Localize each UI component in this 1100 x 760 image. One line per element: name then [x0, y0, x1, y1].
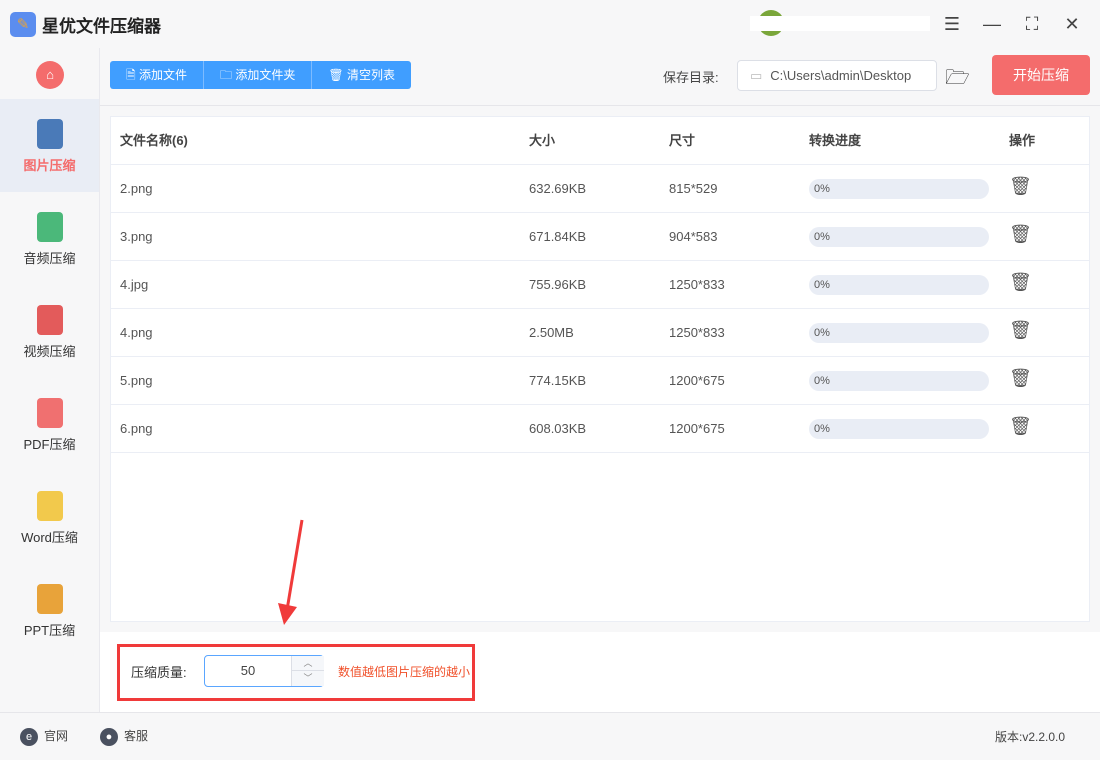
- header-size: 大小: [529, 133, 556, 148]
- file-dimensions: 904*583: [669, 229, 718, 244]
- delete-icon[interactable]: 🗑: [1009, 272, 1032, 293]
- header-progress: 转换进度: [809, 133, 862, 148]
- table-row: 3.png 671.84KB 904*583 0% 🗑: [111, 213, 1089, 261]
- footer: [0, 712, 1100, 760]
- progress-bar: 0%: [809, 419, 989, 439]
- file-dimensions: 815*529: [669, 181, 718, 196]
- delete-icon[interactable]: 🗑: [1009, 224, 1032, 245]
- sidebar-item-audio[interactable]: 音频压缩: [0, 192, 99, 285]
- audio-icon: [36, 212, 63, 242]
- add-file-button[interactable]: 🗎 添加文件: [110, 61, 204, 89]
- file-name: 6.png: [120, 421, 153, 436]
- sidebar-item-label: Word压缩: [21, 530, 78, 545]
- delete-icon[interactable]: 🗑: [1009, 176, 1032, 197]
- table-header: 文件名称(6) 大小 尺寸 转换进度 操作: [111, 117, 1089, 165]
- pdf-icon: [36, 398, 63, 428]
- clear-list-button[interactable]: 🗑 清空列表: [312, 61, 411, 89]
- version-text: 版本:v2.2.0.0: [995, 730, 1066, 744]
- sidebar-item-video[interactable]: 视频压缩: [0, 285, 99, 378]
- folder-small-icon: ▭: [750, 68, 763, 83]
- title-bar: [0, 0, 1100, 48]
- save-path-value: C:\Users\admin\Desktop: [770, 68, 912, 83]
- delete-icon[interactable]: 🗑: [1009, 320, 1032, 341]
- increment-icon[interactable]: ︿: [291, 656, 324, 671]
- sidebar-item-label: PDF压缩: [23, 437, 76, 452]
- divider: [100, 105, 1100, 106]
- minimize-icon[interactable]: —: [978, 10, 1006, 38]
- clear-list-label: 清空列表: [346, 68, 395, 82]
- delete-icon[interactable]: 🗑: [1009, 368, 1032, 389]
- file-size: 755.96KB: [529, 277, 587, 292]
- progress-bar: 0%: [809, 179, 989, 199]
- file-size: 2.50MB: [529, 325, 574, 340]
- close-icon[interactable]: ✕: [1058, 10, 1086, 38]
- website-label: 官网: [44, 729, 69, 743]
- maximize-icon[interactable]: ⛶: [1018, 10, 1046, 38]
- file-table: 文件名称(6) 大小 尺寸 转换进度 操作 2.png 632.69KB 815…: [110, 116, 1090, 622]
- add-folder-label: 添加文件夹: [235, 68, 296, 82]
- file-size: 774.15KB: [529, 373, 587, 388]
- file-size: 632.69KB: [529, 181, 587, 196]
- file-name: 5.png: [120, 373, 153, 388]
- file-dimensions: 1200*675: [669, 373, 725, 388]
- file-name: 3.png: [120, 229, 153, 244]
- quality-value[interactable]: 50: [205, 656, 291, 686]
- add-file-label: 添加文件: [138, 68, 187, 82]
- quality-stepper[interactable]: 50 ︿ ﹀: [204, 655, 324, 687]
- add-folder-button[interactable]: 🗀 添加文件夹: [204, 61, 313, 89]
- progress-bar: 0%: [809, 323, 989, 343]
- word-icon: [36, 491, 63, 521]
- file-toolbar: 🗎 添加文件 🗀 添加文件夹 🗑 清空列表: [110, 61, 411, 89]
- progress-bar: 0%: [809, 371, 989, 391]
- table-row: 4.jpg 755.96KB 1250*833 0% 🗑: [111, 261, 1089, 309]
- ie-icon: e: [20, 727, 38, 746]
- video-icon: [36, 305, 63, 335]
- sidebar-item-label: 视频压缩: [23, 344, 76, 359]
- quality-label: 压缩质量:: [131, 665, 187, 680]
- ppt-icon: [36, 584, 63, 614]
- home-icon[interactable]: ⌂: [36, 61, 64, 89]
- file-size: 608.03KB: [529, 421, 587, 436]
- user-name-redacted: [750, 16, 930, 31]
- sidebar-item-pdf[interactable]: PDF压缩: [0, 378, 99, 471]
- sidebar-item-word[interactable]: Word压缩: [0, 471, 99, 564]
- table-row: 6.png 608.03KB 1200*675 0% 🗑: [111, 405, 1089, 453]
- decrement-icon[interactable]: ﹀: [291, 671, 324, 686]
- file-name: 2.png: [120, 181, 153, 196]
- image-icon: [36, 119, 63, 149]
- file-name: 4.png: [120, 325, 153, 340]
- progress-bar: 0%: [809, 227, 989, 247]
- file-dimensions: 1250*833: [669, 325, 725, 340]
- table-row: 5.png 774.15KB 1200*675 0% 🗑: [111, 357, 1089, 405]
- start-compress-button[interactable]: 开始压缩: [992, 55, 1090, 95]
- file-size: 671.84KB: [529, 229, 587, 244]
- settings-icon[interactable]: ☰: [938, 10, 966, 38]
- table-row: 2.png 632.69KB 815*529 0% 🗑: [111, 165, 1089, 213]
- table-row: 4.png 2.50MB 1250*833 0% 🗑: [111, 309, 1089, 357]
- save-dir-label: 保存目录:: [663, 70, 719, 85]
- sidebar-item-image[interactable]: 图片压缩: [0, 99, 99, 192]
- header-dimensions: 尺寸: [669, 133, 696, 148]
- sidebar-item-label: 音频压缩: [23, 251, 76, 266]
- file-name: 4.jpg: [120, 277, 149, 292]
- support-label: 客服: [124, 729, 149, 743]
- file-dimensions: 1200*675: [669, 421, 725, 436]
- sidebar-item-ppt[interactable]: PPT压缩: [0, 564, 99, 657]
- annotation-arrow-icon: [278, 519, 304, 625]
- file-dimensions: 1250*833: [669, 277, 725, 292]
- delete-icon[interactable]: 🗑: [1009, 416, 1032, 437]
- sidebar-item-label: 图片压缩: [23, 158, 76, 173]
- open-folder-icon[interactable]: 🗁: [945, 63, 970, 97]
- save-path-input[interactable]: ▭ C:\Users\admin\Desktop: [737, 60, 937, 91]
- header-name: 文件名称(6): [120, 133, 188, 148]
- header-actions: 操作: [1009, 133, 1036, 148]
- quality-hint: 数值越低图片压缩的越小: [338, 665, 471, 679]
- app-logo-icon: ✎: [10, 12, 36, 37]
- app-title: 星优文件压缩器: [42, 17, 161, 36]
- progress-bar: 0%: [809, 275, 989, 295]
- support-link[interactable]: ● 客服: [100, 727, 148, 746]
- chat-icon: ●: [100, 727, 118, 746]
- sidebar-item-label: PPT压缩: [23, 623, 76, 638]
- website-link[interactable]: e 官网: [20, 727, 68, 746]
